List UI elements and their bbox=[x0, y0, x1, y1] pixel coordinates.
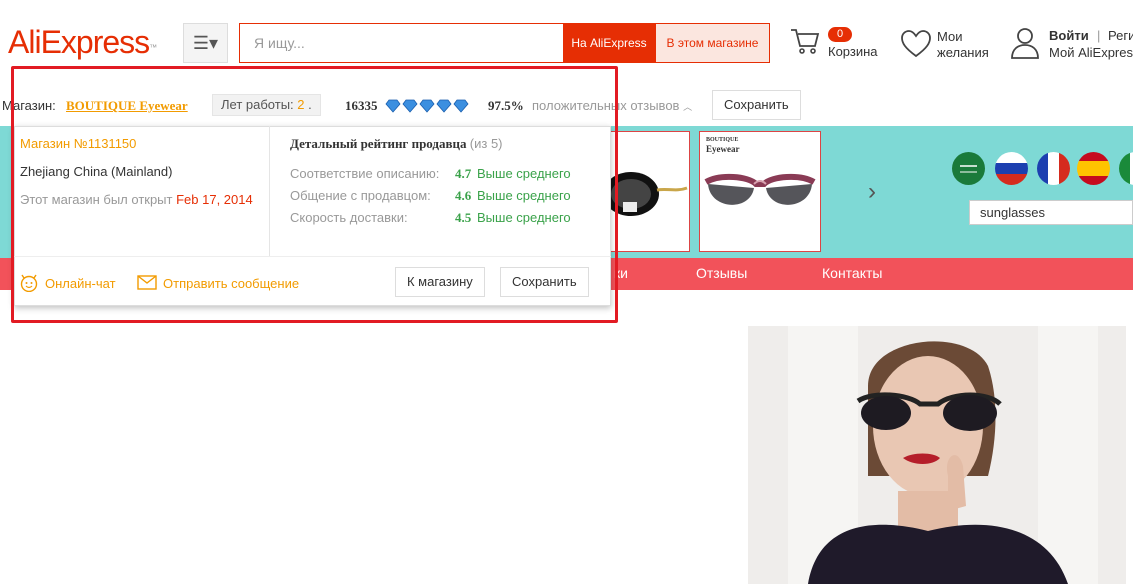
register-link[interactable]: Регистрация bbox=[1108, 28, 1133, 43]
search-aliexpress-button[interactable]: На AliExpress bbox=[563, 23, 655, 63]
categories-menu-button[interactable]: ☰▾ bbox=[183, 23, 228, 63]
saudi-flag-icon[interactable] bbox=[952, 152, 985, 185]
heart-icon[interactable] bbox=[901, 30, 931, 58]
logo-express-text: Express bbox=[40, 24, 151, 60]
chevron-up-icon: ︿ bbox=[683, 102, 693, 112]
user-icon[interactable] bbox=[1010, 27, 1040, 59]
product-thumbnail[interactable]: BOUTIQUE Eyewear bbox=[699, 131, 821, 252]
spain-flag-icon[interactable] bbox=[1077, 152, 1110, 185]
nav-item-reviews[interactable]: Отзывы bbox=[696, 265, 747, 281]
chevron-right-icon[interactable]: › bbox=[868, 178, 876, 206]
model-sunglasses-image bbox=[748, 326, 1126, 584]
search-input[interactable]: Я ищу... bbox=[239, 23, 563, 63]
aliexpress-logo[interactable]: AliExpress™ bbox=[8, 22, 157, 62]
model-photo[interactable] bbox=[748, 326, 1126, 584]
wishlist-line1: Мои bbox=[937, 29, 963, 44]
keyword-search-input[interactable]: sunglasses bbox=[969, 200, 1133, 225]
product-brand: BOUTIQUE Eyewear bbox=[706, 136, 740, 154]
logo-tm: ™ bbox=[149, 43, 157, 52]
france-flag-icon[interactable] bbox=[1037, 152, 1070, 185]
hamburger-icon: ☰▾ bbox=[192, 33, 219, 53]
wishlist-label[interactable]: Мои желания bbox=[937, 29, 989, 61]
search-store-button[interactable]: В этом магазине bbox=[655, 23, 770, 63]
nav-item-contacts[interactable]: Контакты bbox=[822, 265, 882, 281]
product-brand-line2: Eyewear bbox=[706, 144, 740, 154]
logo-ali-text: Ali bbox=[8, 24, 42, 60]
highlight-box bbox=[11, 66, 618, 323]
cart-label[interactable]: Корзина bbox=[828, 44, 878, 59]
russia-flag-icon[interactable] bbox=[995, 152, 1028, 185]
cart-icon[interactable] bbox=[790, 26, 820, 56]
cart-count-badge: 0 bbox=[828, 27, 852, 42]
my-aliexpress-link[interactable]: Мой AliExpress bbox=[1049, 45, 1133, 60]
save-store-button[interactable]: Сохранить bbox=[712, 90, 801, 120]
wishlist-line2: желания bbox=[937, 45, 989, 60]
signin-link[interactable]: Войти bbox=[1049, 28, 1089, 43]
header-separator: | bbox=[1097, 28, 1101, 43]
